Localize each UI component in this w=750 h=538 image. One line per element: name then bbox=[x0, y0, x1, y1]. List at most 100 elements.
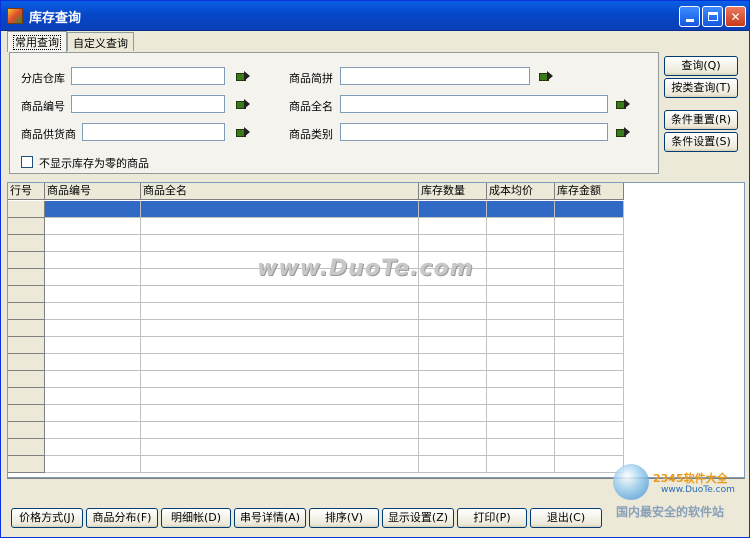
display-settings-button[interactable]: 显示设置(Z) bbox=[382, 508, 454, 528]
tab-common-query[interactable]: 常用查询 bbox=[7, 31, 67, 52]
exit-button[interactable]: 退出(C) bbox=[530, 508, 602, 528]
grid-cell[interactable] bbox=[487, 303, 555, 320]
product-distribution-button[interactable]: 商品分布(F) bbox=[86, 508, 158, 528]
grid-cell[interactable] bbox=[555, 388, 624, 405]
grid-cell[interactable] bbox=[141, 235, 419, 252]
grid-cell[interactable] bbox=[45, 422, 141, 439]
branch-warehouse-input[interactable] bbox=[71, 67, 225, 85]
grid-cell[interactable] bbox=[141, 286, 419, 303]
grid-cell[interactable] bbox=[45, 218, 141, 235]
full-name-picker-icon[interactable] bbox=[616, 99, 630, 109]
print-button[interactable]: 打印(P) bbox=[457, 508, 527, 528]
query-button[interactable]: 查询(Q) bbox=[664, 56, 738, 76]
grid-cell[interactable] bbox=[45, 337, 141, 354]
category-input[interactable] bbox=[340, 123, 608, 141]
grid-cell[interactable] bbox=[141, 439, 419, 456]
hide-zero-stock-checkbox[interactable] bbox=[21, 156, 33, 168]
grid-cell[interactable] bbox=[555, 303, 624, 320]
category-query-button[interactable]: 按类查询(T) bbox=[664, 78, 738, 98]
grid-cell[interactable] bbox=[487, 354, 555, 371]
grid-cell[interactable] bbox=[487, 422, 555, 439]
row-header[interactable] bbox=[8, 354, 45, 371]
row-header[interactable] bbox=[8, 388, 45, 405]
grid-cell[interactable] bbox=[555, 354, 624, 371]
short-name-input[interactable] bbox=[340, 67, 530, 85]
full-name-input[interactable] bbox=[340, 95, 608, 113]
grid-cell[interactable] bbox=[487, 388, 555, 405]
supplier-input[interactable] bbox=[82, 123, 225, 141]
grid-cell[interactable] bbox=[45, 286, 141, 303]
product-code-picker-icon[interactable] bbox=[236, 99, 250, 109]
grid-cell[interactable] bbox=[419, 405, 487, 422]
column-header-product-code[interactable]: 商品编号 bbox=[45, 183, 141, 200]
row-header[interactable] bbox=[8, 456, 45, 473]
grid-cell[interactable] bbox=[141, 388, 419, 405]
grid-cell[interactable] bbox=[45, 303, 141, 320]
grid-cell[interactable] bbox=[419, 354, 487, 371]
price-mode-button[interactable]: 价格方式(J) bbox=[11, 508, 83, 528]
grid-cell[interactable] bbox=[487, 456, 555, 473]
grid-cell[interactable] bbox=[555, 269, 624, 286]
row-header[interactable] bbox=[8, 422, 45, 439]
grid-cell[interactable] bbox=[487, 286, 555, 303]
column-header-stock-qty[interactable]: 库存数量 bbox=[419, 183, 487, 200]
maximize-button[interactable] bbox=[702, 6, 723, 27]
grid-cell[interactable] bbox=[419, 201, 487, 218]
grid-cell[interactable] bbox=[555, 218, 624, 235]
row-header[interactable] bbox=[8, 320, 45, 337]
grid-cell[interactable] bbox=[45, 235, 141, 252]
grid-cell[interactable] bbox=[555, 456, 624, 473]
minimize-button[interactable] bbox=[679, 6, 700, 27]
row-header[interactable] bbox=[8, 218, 45, 235]
row-header[interactable] bbox=[8, 439, 45, 456]
grid-cell[interactable] bbox=[419, 235, 487, 252]
grid-cell[interactable] bbox=[141, 303, 419, 320]
column-header-row-no[interactable]: 行号 bbox=[8, 183, 45, 200]
grid-cell[interactable] bbox=[141, 218, 419, 235]
row-header[interactable] bbox=[8, 405, 45, 422]
row-header[interactable] bbox=[8, 201, 45, 218]
grid-cell[interactable] bbox=[487, 320, 555, 337]
supplier-picker-icon[interactable] bbox=[236, 127, 250, 137]
title-bar[interactable]: 库存查询 ✕ bbox=[1, 1, 749, 31]
tab-custom-query[interactable]: 自定义查询 bbox=[67, 32, 134, 51]
row-header[interactable] bbox=[8, 371, 45, 388]
grid-cell[interactable] bbox=[487, 235, 555, 252]
row-header[interactable] bbox=[8, 269, 45, 286]
grid-cell[interactable] bbox=[141, 371, 419, 388]
grid-cell[interactable] bbox=[45, 388, 141, 405]
grid-cell[interactable] bbox=[141, 201, 419, 218]
grid-cell[interactable] bbox=[45, 320, 141, 337]
grid-cell[interactable] bbox=[419, 388, 487, 405]
grid-cell[interactable] bbox=[487, 269, 555, 286]
grid-cell[interactable] bbox=[555, 201, 624, 218]
grid-cell[interactable] bbox=[555, 422, 624, 439]
grid-cell[interactable] bbox=[141, 456, 419, 473]
grid-cell[interactable] bbox=[555, 286, 624, 303]
reset-conditions-button[interactable]: 条件重置(R) bbox=[664, 110, 738, 130]
serial-details-button[interactable]: 串号详情(A) bbox=[234, 508, 306, 528]
grid-cell[interactable] bbox=[487, 252, 555, 269]
grid-cell[interactable] bbox=[487, 337, 555, 354]
grid-cell[interactable] bbox=[419, 337, 487, 354]
grid-cell[interactable] bbox=[141, 422, 419, 439]
condition-settings-button[interactable]: 条件设置(S) bbox=[664, 132, 738, 152]
category-picker-icon[interactable] bbox=[616, 127, 630, 137]
grid-cell[interactable] bbox=[419, 303, 487, 320]
grid-cell[interactable] bbox=[555, 320, 624, 337]
close-button[interactable]: ✕ bbox=[725, 6, 746, 27]
grid-cell[interactable] bbox=[419, 456, 487, 473]
column-header-product-name[interactable]: 商品全名 bbox=[141, 183, 419, 200]
grid-cell[interactable] bbox=[419, 439, 487, 456]
grid-cell[interactable] bbox=[487, 405, 555, 422]
detail-ledger-button[interactable]: 明细帐(D) bbox=[161, 508, 231, 528]
grid-cell[interactable] bbox=[45, 439, 141, 456]
grid-cell[interactable] bbox=[45, 371, 141, 388]
grid-cell[interactable] bbox=[555, 235, 624, 252]
row-header[interactable] bbox=[8, 252, 45, 269]
grid-cell[interactable] bbox=[419, 320, 487, 337]
row-header[interactable] bbox=[8, 235, 45, 252]
grid-cell[interactable] bbox=[487, 371, 555, 388]
grid-cell[interactable] bbox=[45, 405, 141, 422]
grid-cell[interactable] bbox=[45, 354, 141, 371]
